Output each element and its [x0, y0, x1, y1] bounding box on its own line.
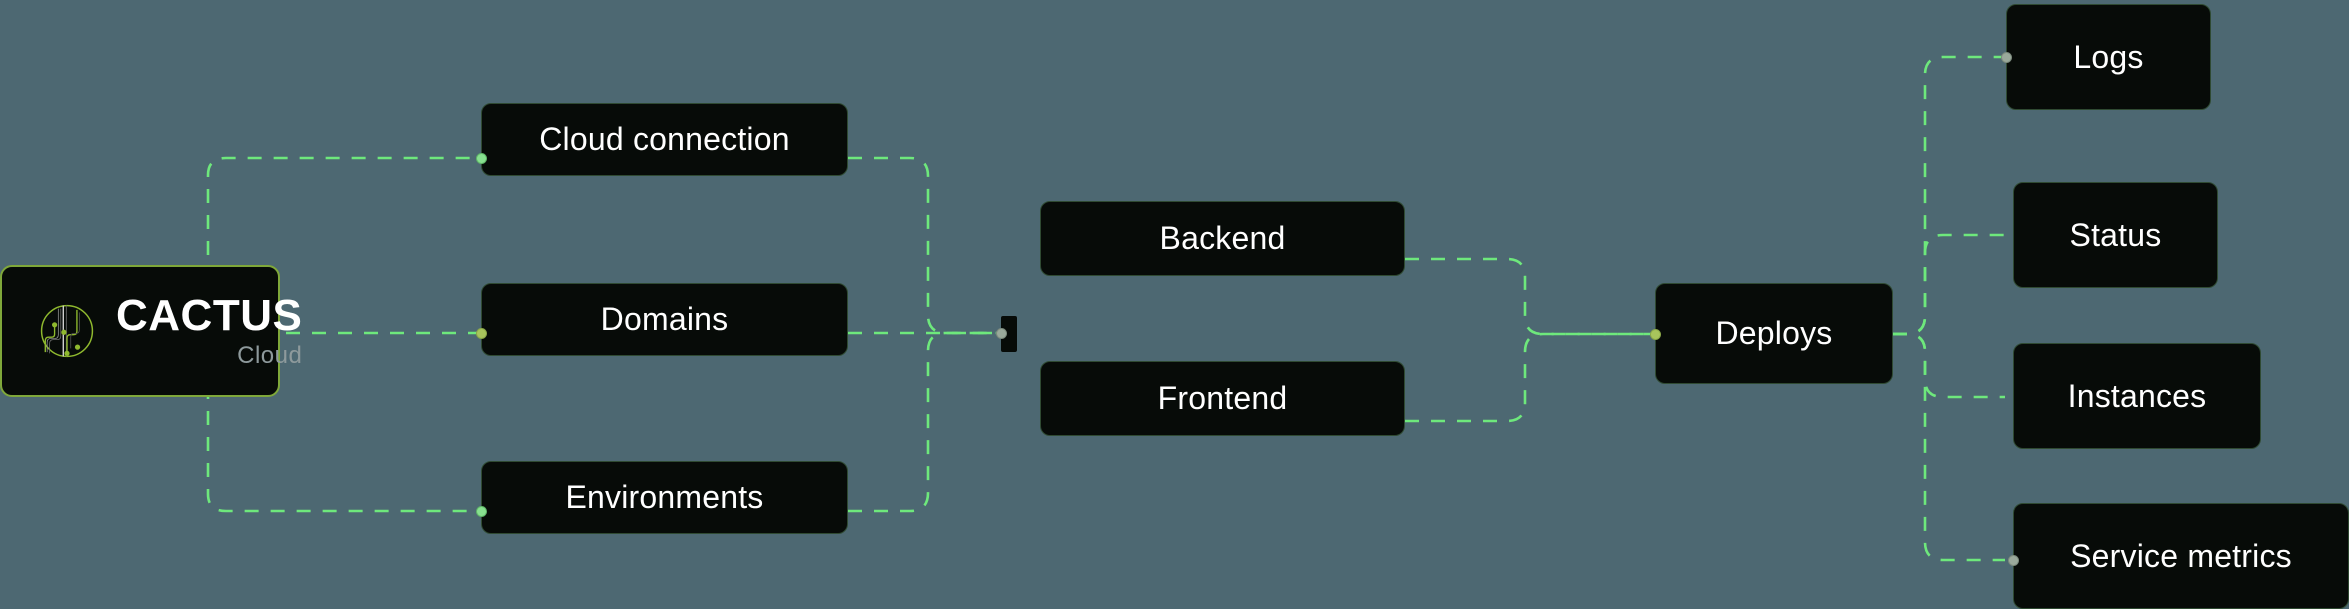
node-backend[interactable]: Backend	[1040, 201, 1405, 276]
node-label: Logs	[2073, 38, 2144, 75]
flow-diagram-canvas[interactable]: CACTUS Cloud Cloud connection Domains En…	[0, 0, 2349, 609]
edge-deploys-to-status	[1893, 233, 2005, 336]
edge-backend-to-deploys	[1405, 257, 1655, 336]
cactus-circuit-logo	[40, 304, 94, 358]
edge-deploys-to-service-metrics	[1893, 332, 2005, 562]
handle-domains-in[interactable]	[476, 328, 487, 339]
node-cactus-cloud[interactable]: CACTUS Cloud	[0, 265, 302, 397]
edge-frontend-to-deploys	[1405, 332, 1655, 423]
node-label: Cloud connection	[539, 121, 790, 157]
handle-service-metrics-in[interactable]	[2008, 555, 2019, 566]
edge-deploys-to-logs	[1893, 55, 2005, 336]
node-instances[interactable]: Instances	[2013, 343, 2261, 449]
node-environments[interactable]: Environments	[481, 461, 848, 534]
node-label: Frontend	[1157, 380, 1288, 416]
node-label: Status	[2069, 216, 2162, 253]
node-cloud-connection[interactable]: Cloud connection	[481, 103, 848, 176]
handle-cloud-connection-in[interactable]	[476, 153, 487, 164]
edge-layer	[206, 55, 2005, 562]
brand-wordmark: CACTUS Cloud	[116, 294, 302, 368]
node-deploys[interactable]: Deploys	[1655, 283, 1893, 384]
handle-logs-in[interactable]	[2001, 52, 2012, 63]
node-domains[interactable]: Domains	[481, 283, 848, 356]
edge-environments-to-junction	[848, 331, 1000, 513]
node-label: Service metrics	[2070, 537, 2292, 574]
node-label: Backend	[1159, 220, 1286, 256]
brand-title: CACTUS	[116, 291, 303, 340]
node-logs[interactable]: Logs	[2006, 4, 2211, 110]
node-status[interactable]: Status	[2013, 182, 2218, 288]
edge-cloud-connection-to-junction	[848, 156, 1000, 335]
node-label: Environments	[565, 479, 764, 515]
handle-junction-in[interactable]	[996, 328, 1007, 339]
node-label: Domains	[600, 301, 729, 337]
edge-deploys-to-instances	[1893, 332, 2005, 399]
brand-subtitle: Cloud	[237, 342, 303, 369]
node-service-metrics[interactable]: Service metrics	[2013, 503, 2349, 609]
node-label: Deploys	[1715, 315, 1833, 351]
node-label: Instances	[2067, 377, 2207, 414]
node-frontend[interactable]: Frontend	[1040, 361, 1405, 436]
handle-deploys-in[interactable]	[1650, 329, 1661, 340]
handle-environments-in[interactable]	[476, 506, 487, 517]
